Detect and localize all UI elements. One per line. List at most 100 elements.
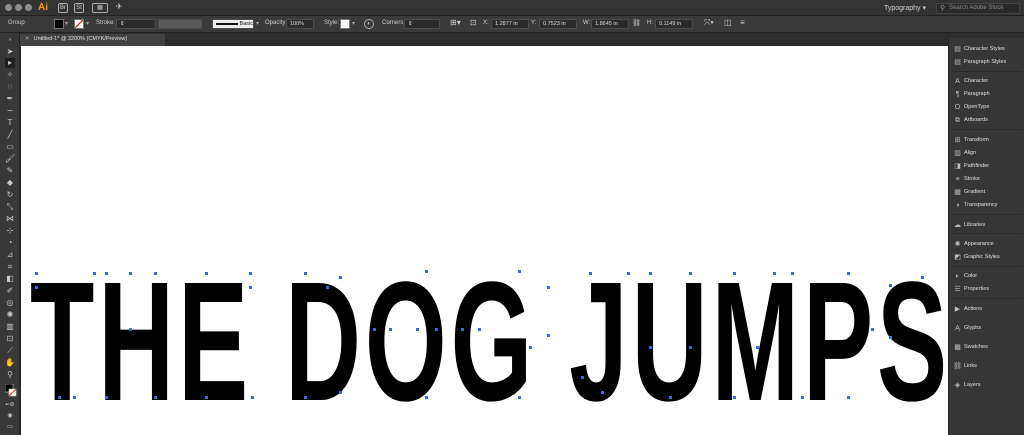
symbol-sprayer-tool-icon[interactable]: ✺ [5, 310, 15, 320]
panel-actions[interactable]: ▶ Actions [952, 304, 1024, 315]
panel-opentype[interactable]: O OpenType [952, 102, 1024, 113]
stroke-icon: ≡ [955, 176, 960, 183]
chevron-down-icon[interactable]: ▾ [65, 20, 68, 27]
panel-pathfinder[interactable]: ◨ Pathfinder [952, 161, 1024, 172]
chevron-down-icon[interactable]: ▾ [86, 20, 89, 27]
chevron-down-icon[interactable]: ▾ [256, 20, 259, 27]
mesh-tool-icon[interactable]: ⌗ [5, 262, 15, 272]
outlined-text-group[interactable]: THE DOG JUMPS [30, 257, 948, 427]
panel-stroke[interactable]: ≡ Stroke [952, 174, 1024, 185]
close-window-button[interactable] [5, 4, 12, 11]
zoom-window-button[interactable] [25, 4, 32, 11]
type-tool-icon[interactable]: T [5, 118, 15, 128]
panel-layers[interactable]: ◈ Layers [952, 380, 1024, 391]
artboard-tool-icon[interactable]: ⊡ [5, 334, 15, 344]
fill-stroke-icon[interactable] [4, 383, 17, 398]
line-tool-icon[interactable]: ╱ [5, 130, 15, 140]
panel-glyphs[interactable]: Ą Glyphs [952, 323, 1024, 334]
pen-tool-icon[interactable]: ✒ [5, 94, 15, 104]
document-tab[interactable]: ✕ Untitled-1* @ 3200% (CMYK/Preview) [20, 34, 165, 46]
direct-selection-tool-icon[interactable]: ▸ [5, 58, 15, 68]
panel-transparency[interactable]: ◑ Transparency [952, 200, 1024, 211]
brush-definition-select[interactable]: Basic [212, 19, 254, 29]
menu-icon[interactable]: ≡ [740, 18, 745, 27]
panel-color[interactable]: ◐ Color [952, 271, 1024, 282]
stock-search-input[interactable]: ⚲ Search Adobe Stock [936, 3, 1020, 14]
panel-paragraph[interactable]: ¶ Paragraph [952, 89, 1024, 100]
graphic-style-swatch[interactable] [340, 19, 350, 29]
free-transform-tool-icon[interactable]: ⊹ [5, 226, 15, 236]
panel-collapse-icon[interactable]: » [5, 35, 15, 45]
workspace-switcher[interactable]: Typography ▾ [884, 4, 926, 12]
panel-links[interactable]: ⛓ Links [952, 361, 1024, 372]
rotate-tool-icon[interactable]: ↻ [5, 190, 15, 200]
fill-swatch[interactable] [54, 19, 64, 29]
recolor-artwork-icon[interactable]: ◐ [364, 19, 374, 29]
panel-character[interactable]: A Character [952, 76, 1024, 87]
curvature-tool-icon[interactable]: ∽ [5, 106, 15, 116]
scale-tool-icon[interactable]: ⤡ [5, 202, 15, 212]
column-graph-tool-icon[interactable]: ▥ [5, 322, 15, 332]
variable-width-profile[interactable] [158, 19, 202, 29]
paragraph-icon: ¶ [955, 91, 960, 98]
align-to-icon[interactable]: ⊞▾ [450, 18, 461, 27]
slice-tool-icon[interactable]: ⟋ [5, 346, 15, 356]
shaper-tool-icon[interactable]: ✎ [5, 166, 15, 176]
selection-tool-icon[interactable]: ➤ [5, 47, 15, 57]
y-position-field[interactable]: 0.7523 in [539, 19, 577, 29]
paintbrush-tool-icon[interactable]: 🖌 [5, 154, 15, 164]
pathfinder-icon: ◨ [954, 163, 961, 170]
width-field[interactable]: 1.8645 in [591, 19, 629, 29]
panel-gradient[interactable]: ▦ Gradient [952, 187, 1024, 198]
panel-transform[interactable]: ⊞ Transform [952, 135, 1024, 146]
artboard-canvas[interactable]: THE DOG JUMPS [21, 46, 948, 435]
panel-properties[interactable]: ☰ Properties [952, 284, 1024, 295]
blend-tool-icon[interactable]: ◎ [5, 298, 15, 308]
panel-swatches[interactable]: ▦ Swatches [952, 342, 1024, 353]
transform-icon[interactable]: ⤧▾ [704, 18, 714, 28]
corners-label[interactable]: Corners: [382, 20, 405, 26]
reference-point-icon[interactable]: ⊡ [470, 18, 477, 27]
height-field[interactable]: 0.1149 in [655, 19, 693, 29]
constrain-proportions-icon[interactable]: ⛓ [632, 19, 641, 27]
shape-builder-tool-icon[interactable]: ◔ [5, 238, 15, 248]
screen-mode-icon[interactable]: ▭ [5, 422, 15, 432]
arrange-documents-icon[interactable]: ▦ [92, 3, 108, 13]
stroke-swatch[interactable] [74, 19, 84, 29]
panel-artboards[interactable]: ⧉ Artboards [952, 115, 1024, 126]
opacity-label[interactable]: Opacity: [265, 20, 287, 26]
control-bar: Group ▾ ▾ Stroke: ⇕ Basic ▾ Opacity: 100… [0, 16, 1024, 33]
close-tab-icon[interactable]: ✕ [25, 36, 30, 42]
panel-dock-header[interactable] [949, 33, 1024, 38]
perspective-grid-tool-icon[interactable]: ⊿ [5, 250, 15, 260]
rectangle-tool-icon[interactable]: ▭ [5, 142, 15, 152]
color-mode-icon[interactable]: ▪▫⊘ [5, 400, 15, 410]
panel-dock: ▤ Character Styles ▤ Paragraph Styles A Cha… [948, 33, 1024, 435]
panel-graphic-styles[interactable]: ◩ Graphic Styles [952, 252, 1024, 263]
chevron-down-icon[interactable]: ▾ [352, 20, 355, 27]
hand-tool-icon[interactable]: ✋ [5, 358, 15, 368]
panel-libraries[interactable]: ☁ Libraries [952, 220, 1024, 231]
eraser-tool-icon[interactable]: ◆ [5, 178, 15, 188]
isolate-group-icon[interactable]: ◫ [724, 18, 732, 27]
gpu-performance-icon[interactable]: ✈ [114, 3, 124, 13]
panel-align[interactable]: ▥ Align [952, 148, 1024, 159]
gradient-tool-icon[interactable]: ◧ [5, 274, 15, 284]
stroke-weight-field[interactable]: ⇕ [116, 19, 156, 29]
bridge-icon[interactable]: Br [58, 3, 68, 13]
panel-paragraph-styles[interactable]: ▤ Paragraph Styles [952, 57, 1024, 68]
opacity-field[interactable]: 100% [286, 19, 314, 29]
stock-icon[interactable]: St [74, 3, 84, 13]
lasso-tool-icon[interactable]: ◌ [5, 82, 15, 92]
width-tool-icon[interactable]: ⋈ [5, 214, 15, 224]
eyedropper-tool-icon[interactable]: ✐ [5, 286, 15, 296]
x-position-field[interactable]: 1.2877 in [491, 19, 529, 29]
align-icon: ▥ [954, 150, 961, 157]
zoom-tool-icon[interactable]: ⚲ [5, 370, 15, 380]
minimize-window-button[interactable] [15, 4, 22, 11]
corners-field[interactable]: ⇕ [404, 19, 440, 29]
panel-appearance[interactable]: ✺ Appearance [952, 239, 1024, 250]
magic-wand-tool-icon[interactable]: ✧ [5, 70, 15, 80]
panel-character-styles[interactable]: ▤ Character Styles [952, 44, 1024, 55]
drawing-mode-icon[interactable]: ◉ [5, 411, 15, 421]
